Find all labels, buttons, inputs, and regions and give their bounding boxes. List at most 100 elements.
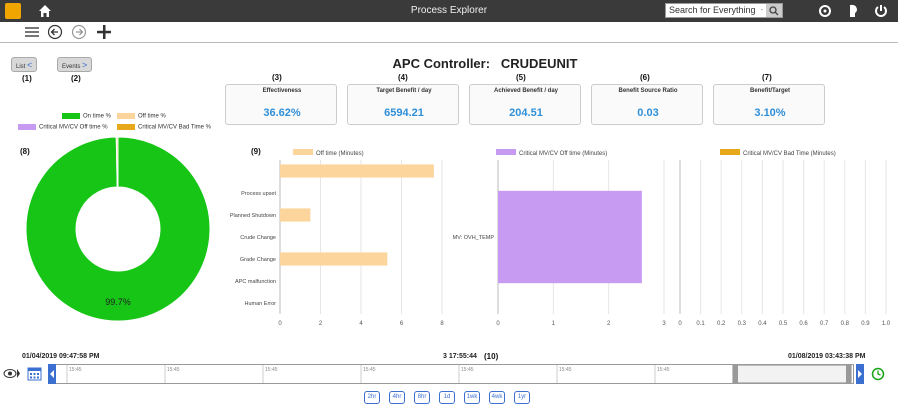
- kpi-value: 6594.21: [384, 107, 424, 119]
- power-icon[interactable]: [873, 3, 889, 19]
- legend-swatch: [293, 149, 313, 155]
- range-button-1yr[interactable]: 1yr: [514, 391, 530, 404]
- label-4: (4): [398, 73, 408, 82]
- top-bar: Process Explorer Search for Everything -: [0, 0, 898, 22]
- donut-chart: 99.7%: [25, 136, 211, 322]
- events-button[interactable]: Events >: [57, 57, 93, 72]
- range-button-4wk[interactable]: 4wk: [489, 391, 505, 404]
- kpi-label: Benefit/Target: [750, 88, 790, 94]
- kpi-card-benefit-source-ratio: Benefit Source Ratio 0.03: [591, 84, 703, 125]
- x-tick-label: 0: [278, 321, 282, 327]
- search-placeholder: Search for Everything: [669, 5, 756, 15]
- timeline-slider[interactable]: 15:4515:4515:4515:4515:4515:4515:4515:45: [48, 364, 854, 384]
- x-tick-label: 0.9: [861, 321, 870, 327]
- legend-swatch: [720, 149, 740, 155]
- timeline-tick-label: 15:45: [363, 367, 376, 373]
- range-button-8hr[interactable]: 8hr: [414, 391, 430, 404]
- search-input[interactable]: Search for Everything -: [665, 3, 783, 18]
- legend-label: Critical MV/CV Off time %: [39, 124, 108, 131]
- user-icon[interactable]: [845, 3, 861, 19]
- timeline-end-date: 01/08/2019 03:43:38 PM: [788, 353, 866, 360]
- legend-critical-off[interactable]: Critical MV/CV Off time %: [18, 124, 108, 131]
- x-tick-label: 1: [552, 321, 556, 327]
- menu-icon[interactable]: [24, 24, 40, 40]
- kpi-value: 36.62%: [263, 107, 301, 119]
- bar: [280, 252, 388, 266]
- x-tick-label: 0: [678, 321, 682, 327]
- timeline-tick-label: 15:45: [657, 367, 670, 373]
- x-tick-label: 2: [607, 321, 611, 327]
- y-tick-label: Crude Change: [240, 235, 276, 241]
- x-tick-label: 3: [662, 321, 666, 327]
- kpi-label: Benefit Source Ratio: [618, 88, 678, 94]
- x-tick-label: 0: [496, 321, 500, 327]
- label-1: (1): [22, 74, 32, 83]
- timeline-tick-label: 15:45: [461, 367, 474, 373]
- legend-swatch: [117, 113, 135, 119]
- x-tick-label: 0.4: [758, 321, 767, 327]
- label-6: (6): [640, 73, 650, 82]
- timeline-tick-label: 15:45: [559, 367, 572, 373]
- chevron-right-icon: >: [82, 60, 88, 70]
- legend-swatch: [117, 124, 135, 130]
- eye-filter-icon[interactable]: [3, 366, 21, 381]
- controller-prefix: APC Controller:: [392, 56, 491, 71]
- off-time-chart: Off time (Minutes)0 2 4 6 8Process upsetPlan…: [230, 149, 444, 327]
- legend-critical-bad[interactable]: Critical MV/CV Bad Time %: [117, 124, 211, 131]
- search-dropdown[interactable]: -: [761, 4, 763, 17]
- legend-swatch: [496, 149, 516, 155]
- x-tick-label: 0.2: [717, 321, 726, 327]
- range-button-4hr[interactable]: 4hr: [389, 391, 405, 404]
- timeline-tick-label: 15:45: [265, 367, 278, 373]
- x-tick-label: 0.7: [820, 321, 829, 327]
- timeline-tick-label: 15:45: [167, 367, 180, 373]
- bar: [280, 164, 434, 178]
- critical-off-time-chart: Critical MV/CV Off time (Minutes) 0 1 2 3 MV:…: [453, 149, 666, 327]
- kpi-card-achieved-benefit: Achieved Benefit / day 204.51: [469, 84, 581, 125]
- events-button-label: Events: [62, 64, 81, 70]
- add-icon[interactable]: [96, 24, 112, 40]
- timeline-track: 15:4515:4515:4515:4515:4515:4515:4515:45: [66, 364, 852, 384]
- chevron-left-icon: <: [27, 60, 33, 70]
- y-tick-label: MV: OVH_TEMP: [453, 235, 495, 241]
- x-tick-label: 6: [400, 321, 404, 327]
- clock-icon[interactable]: [871, 367, 885, 381]
- legend-label: On time %: [83, 113, 112, 120]
- timeline-selection-handle-left: [733, 365, 738, 383]
- timeline-selection-handle-right: [846, 365, 851, 383]
- range-button-1wk[interactable]: 1wk: [464, 391, 480, 404]
- calendar-icon[interactable]: [27, 366, 42, 381]
- kpi-card-benefit-target: Benefit/Target 3.10%: [713, 84, 825, 125]
- x-tick-label: 0.1: [696, 321, 705, 327]
- timeline-scroll-left-icon[interactable]: [48, 364, 56, 384]
- timeline-tick-label: 15:45: [69, 367, 82, 373]
- legend-label: Critical MV/CV Bad Time (Minutes): [743, 151, 836, 157]
- x-tick-label: 0.8: [841, 321, 850, 327]
- range-button-2hr[interactable]: 2hr: [364, 391, 380, 404]
- page-title: APC Controller: CRUDEUNIT: [360, 56, 610, 71]
- x-tick-label: 0.6: [799, 321, 808, 327]
- legend-on-time[interactable]: On time %: [62, 113, 111, 120]
- label-3: (3): [272, 73, 282, 82]
- label-10: (10): [484, 352, 499, 361]
- legend-swatch: [62, 113, 80, 119]
- range-button-1d[interactable]: 1d: [439, 391, 455, 404]
- x-tick-label: 2: [319, 321, 323, 327]
- kpi-label: Achieved Benefit / day: [493, 88, 559, 94]
- list-button-label: List: [16, 64, 26, 70]
- legend-off-time[interactable]: Off time %: [117, 113, 166, 120]
- bar: [280, 208, 311, 222]
- forward-icon[interactable]: [71, 24, 87, 40]
- timeline-start-date: 01/04/2019 09:47:58 PM: [22, 353, 100, 360]
- timeline-scroll-right-icon[interactable]: [856, 364, 864, 384]
- x-tick-label: 0.5: [779, 321, 788, 327]
- kpi-label: Target Benefit / day: [376, 88, 432, 94]
- x-tick-label: 4: [359, 321, 363, 327]
- back-icon[interactable]: [47, 24, 63, 40]
- list-button[interactable]: List <: [11, 57, 38, 72]
- donut-data-label: 99.7%: [105, 297, 131, 307]
- y-tick-label: Grade Change: [240, 257, 276, 263]
- crosshair-icon[interactable]: [817, 3, 833, 19]
- x-tick-label: 1.0: [882, 321, 891, 327]
- search-icon[interactable]: [766, 4, 782, 17]
